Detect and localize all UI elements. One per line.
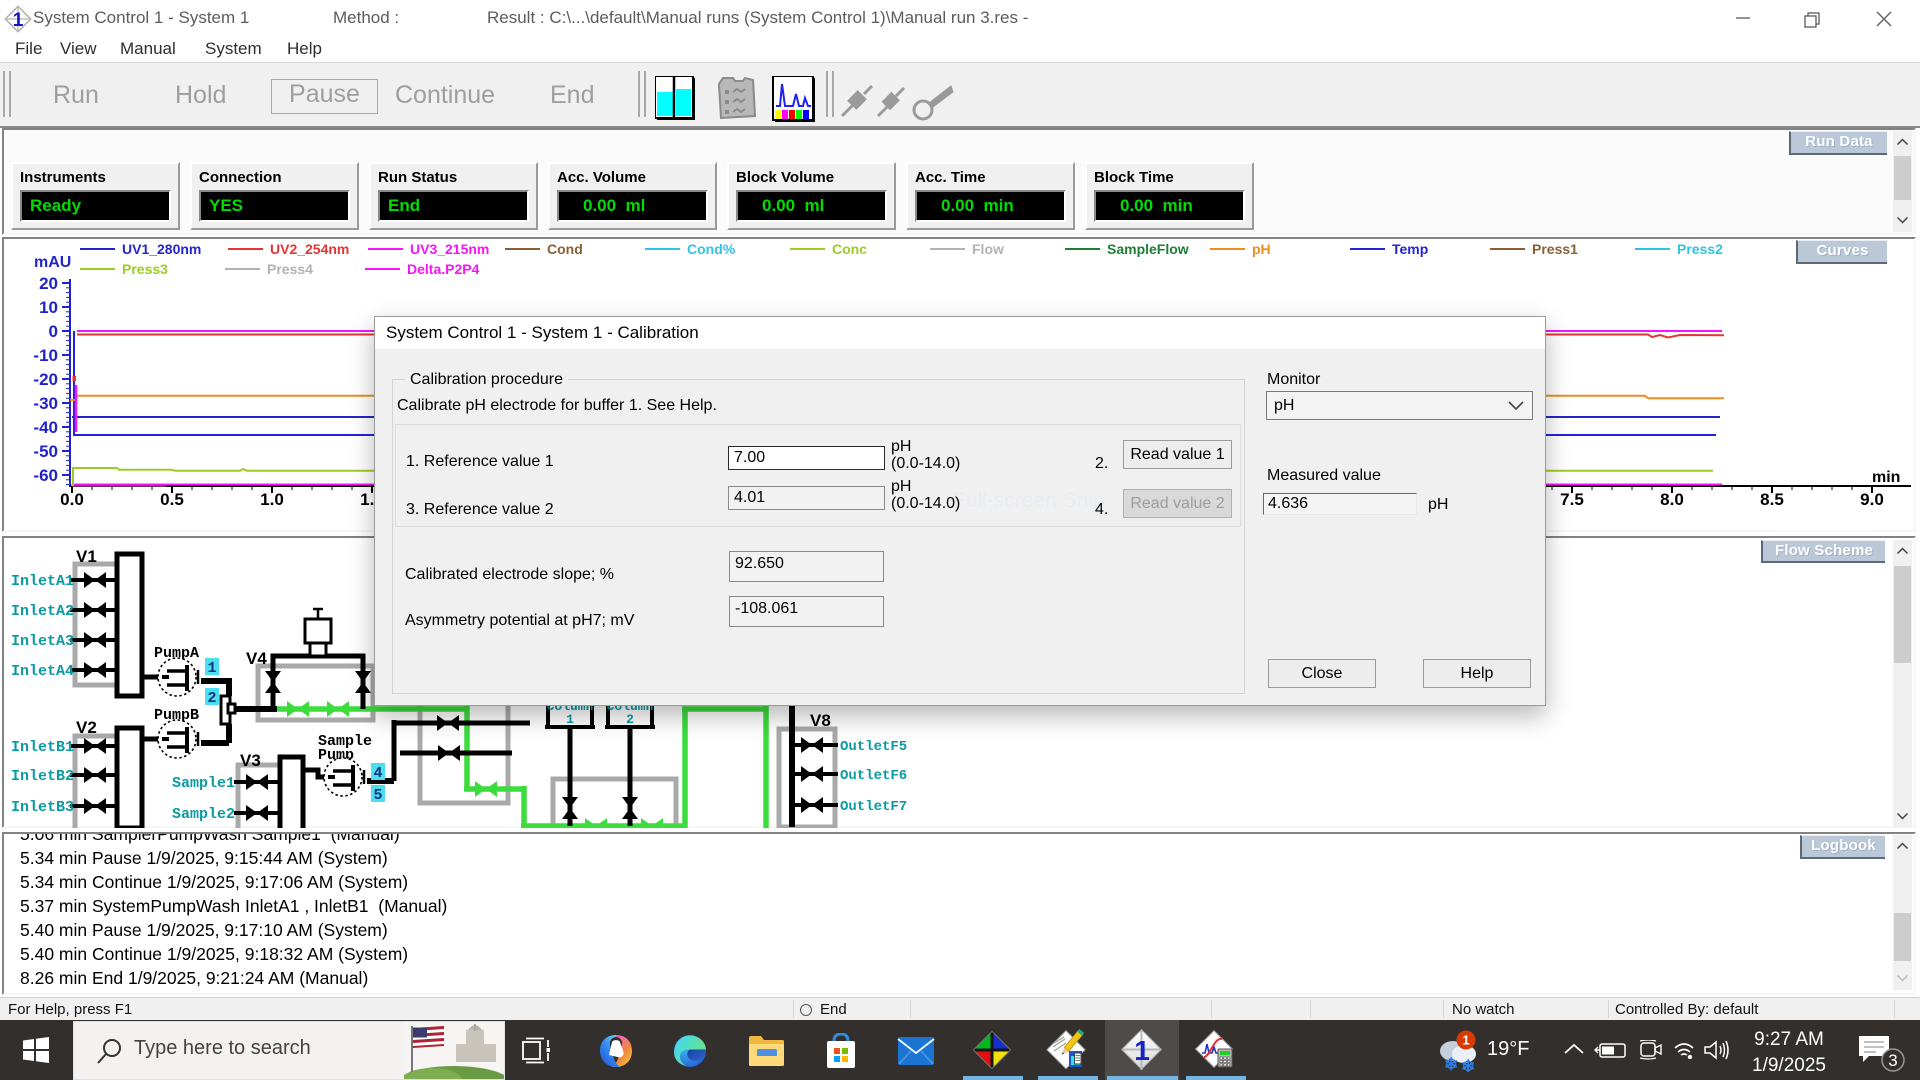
svg-text:OutletF6: OutletF6 [840,768,907,784]
svg-text:InletB3: InletB3 [11,799,74,816]
svg-text:0.5: 0.5 [160,490,184,509]
svg-text:OutletF7: OutletF7 [840,799,907,815]
svg-text:10: 10 [39,298,58,317]
svg-text:7.5: 7.5 [1560,490,1584,509]
svg-text:Press3: Press3 [122,261,168,277]
svg-text:-50: -50 [33,442,58,461]
svg-text:-60: -60 [33,466,58,485]
svg-text:Cond: Cond [547,241,583,257]
svg-text:-10: -10 [33,346,58,365]
svg-text:UV3_215nm: UV3_215nm [410,241,489,257]
svg-text:OutletF5: OutletF5 [840,739,907,755]
svg-text:InletB2: InletB2 [11,768,74,785]
svg-text:Flow: Flow [972,241,1004,257]
svg-text:V8: V8 [810,711,831,730]
svg-text:InletA4: InletA4 [11,663,74,680]
svg-text:InletB1: InletB1 [11,739,74,756]
svg-text:V2: V2 [76,718,97,737]
svg-text:1: 1 [1134,1035,1150,1066]
svg-text:3: 3 [1888,1051,1897,1070]
svg-text:2: 2 [207,690,216,707]
svg-text:Press1: Press1 [1532,241,1578,257]
svg-text:8.5: 8.5 [1760,490,1784,509]
svg-text:-30: -30 [33,394,58,413]
svg-text:9.0: 9.0 [1860,490,1884,509]
svg-text:-20: -20 [33,370,58,389]
svg-text:Press2: Press2 [1677,241,1723,257]
svg-text:InletA3: InletA3 [11,633,74,650]
svg-text:20: 20 [39,274,58,293]
svg-text:Conc: Conc [832,241,867,257]
svg-text:Sample2: Sample2 [172,806,235,823]
svg-text:Press4: Press4 [267,261,313,277]
svg-text:5: 5 [373,787,382,804]
svg-text:1: 1 [566,712,574,727]
svg-text:4: 4 [373,765,382,782]
svg-text:0: 0 [49,322,58,341]
svg-text:1: 1 [1462,1033,1469,1048]
svg-text:❄: ❄ [1444,1055,1458,1072]
svg-text:2: 2 [626,712,634,727]
svg-text:❄: ❄ [1461,1057,1475,1072]
svg-text:0.0: 0.0 [60,490,84,509]
svg-text:UV2_254nm: UV2_254nm [270,241,349,257]
svg-text:1: 1 [207,660,216,677]
svg-text:-40: -40 [33,418,58,437]
svg-text:Cond%: Cond% [687,241,736,257]
svg-text:Delta.P2P4: Delta.P2P4 [407,261,480,277]
svg-text:V1: V1 [76,547,97,566]
svg-text:mAU: mAU [34,254,71,271]
svg-text:Sample1: Sample1 [172,775,235,792]
svg-text:Temp: Temp [1392,241,1428,257]
svg-text:1: 1 [13,10,24,31]
svg-text:V3: V3 [240,751,261,770]
svg-text:SampleFlow: SampleFlow [1107,241,1189,257]
svg-text:1.0: 1.0 [260,490,284,509]
svg-text:UV1_280nm: UV1_280nm [122,241,201,257]
svg-text:min: min [1872,469,1900,486]
svg-text:8.0: 8.0 [1660,490,1684,509]
svg-text:InletA1: InletA1 [11,573,74,590]
svg-text:InletA2: InletA2 [11,603,74,620]
svg-text:pH: pH [1252,241,1271,257]
svg-text:V4: V4 [246,649,267,668]
